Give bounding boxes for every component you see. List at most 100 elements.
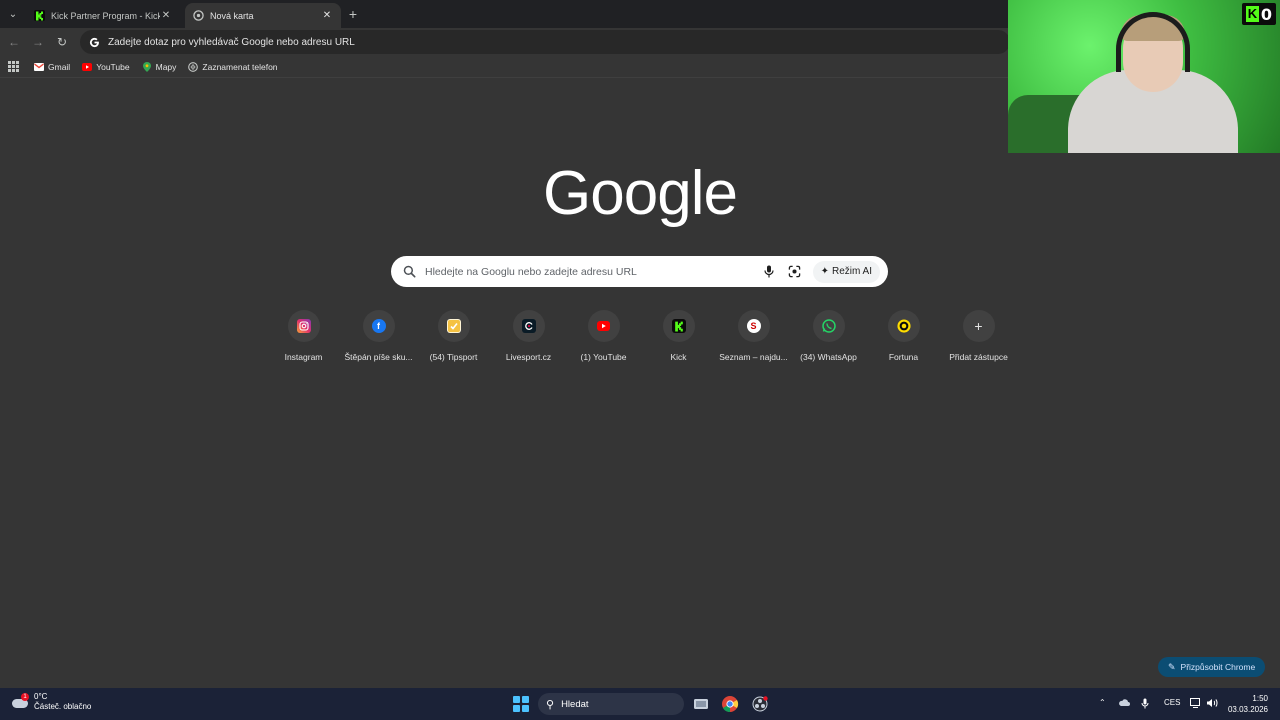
tab-title: Kick Partner Program - Kick Dashboard xyxy=(51,10,160,21)
shortcut-instagram[interactable]: Instagram xyxy=(266,310,341,362)
shortcut-whatsapp[interactable]: (34) WhatsApp xyxy=(791,310,866,362)
viewer-count: 0 xyxy=(1260,4,1273,24)
weather-cloud-icon: 1 xyxy=(12,693,30,711)
shortcut-label: Fortuna xyxy=(888,352,919,362)
language-indicator[interactable]: CES xyxy=(1164,698,1180,707)
tab-search-chevron-icon[interactable]: ⌄ xyxy=(4,5,22,23)
shortcut-facebook[interactable]: f Štěpán píše sku... xyxy=(341,310,416,362)
tab-title: Nová karta xyxy=(210,10,254,21)
search-input[interactable]: Hledejte na Googlu nebo zadejte adresu U… xyxy=(425,266,761,278)
shortcuts-grid: Instagram f Štěpán píše sku... (54) Tips… xyxy=(266,310,1016,370)
clock-time: 1:50 xyxy=(1252,694,1268,703)
omnibox-text: Zadejte dotaz pro vyhledávač Google nebo… xyxy=(108,36,355,48)
windows-taskbar: 1 0°C Částeč. oblačno ⚲ Hledat ⌃ CES 1:5… xyxy=(0,688,1280,720)
livesport-icon xyxy=(521,319,536,333)
shortcut-label: Kick xyxy=(670,352,687,362)
search-icon xyxy=(403,265,417,279)
whatsapp-icon xyxy=(821,319,836,333)
ai-mode-button[interactable]: ✦ Režim AI xyxy=(812,260,880,283)
ai-search-icon: ✦ xyxy=(820,266,829,277)
taskbar-search-label: Hledat xyxy=(561,698,589,710)
omnibox[interactable]: Zadejte dotaz pro vyhledávač Google nebo… xyxy=(80,30,1010,54)
customize-chrome-button[interactable]: ✎ Přizpůsobit Chrome xyxy=(1158,657,1266,677)
task-view-icon[interactable] xyxy=(691,694,711,714)
weather-desc: Částeč. oblačno xyxy=(34,702,92,711)
reload-icon[interactable]: ↻ xyxy=(54,34,70,50)
microphone-icon[interactable] xyxy=(1141,698,1149,711)
phone-record-icon xyxy=(188,61,199,72)
close-icon[interactable]: ✕ xyxy=(160,10,172,21)
tab-kick-partner[interactable]: Kick Partner Program - Kick Dashboard ✕ xyxy=(26,3,180,28)
google-logo: Google xyxy=(543,159,738,228)
bookmark-label: Gmail xyxy=(48,61,71,72)
shortcut-tile xyxy=(812,310,845,342)
shortcut-tile xyxy=(887,310,920,342)
chrome-icon xyxy=(193,10,204,21)
chrome-taskbar-icon[interactable] xyxy=(720,694,740,714)
ai-mode-label: Režim AI xyxy=(831,266,872,277)
shortcut-tile xyxy=(287,310,320,342)
shortcut-label: (54) Tipsport xyxy=(429,352,478,362)
webcam-overlay: K 0 xyxy=(1008,0,1280,153)
search-icon: ⚲ xyxy=(546,698,555,711)
plus-icon: + xyxy=(974,318,983,334)
shortcut-label: Štěpán píše sku... xyxy=(344,352,413,362)
customize-label: Přizpůsobit Chrome xyxy=(1180,662,1256,672)
volume-icon[interactable] xyxy=(1206,698,1218,710)
shortcut-tile xyxy=(512,310,545,342)
google-g-icon xyxy=(88,36,100,48)
bookmark-label: Mapy xyxy=(155,61,177,72)
bookmark-youtube[interactable]: YouTube xyxy=(82,62,130,72)
obs-icon[interactable] xyxy=(750,694,770,714)
shortcut-kick[interactable]: Kick xyxy=(641,310,716,362)
clock-date: 03.03.2026 xyxy=(1227,705,1268,714)
pencil-icon: ✎ xyxy=(1168,661,1176,672)
new-tab-plus-icon[interactable]: + xyxy=(345,6,361,22)
facebook-icon: f xyxy=(371,319,386,333)
tab-new-tab[interactable]: Nová karta ✕ xyxy=(185,3,341,28)
shortcut-label: Přidat zástupce xyxy=(949,352,1008,362)
shortcut-add[interactable]: + Přidat zástupce xyxy=(941,310,1016,362)
shortcut-seznam[interactable]: S Seznam – najdu... xyxy=(716,310,791,362)
weather-widget[interactable]: 1 0°C Částeč. oblačno xyxy=(12,692,91,712)
shortcut-tile: S xyxy=(737,310,770,342)
kick-logo: K xyxy=(1245,6,1259,22)
shortcut-tile xyxy=(437,310,470,342)
bookmark-gmail[interactable]: Gmail xyxy=(34,62,70,72)
weather-alert-badge: 1 xyxy=(21,693,29,701)
back-arrow-icon[interactable]: ← xyxy=(6,34,22,50)
tipsport-icon xyxy=(446,319,461,333)
shortcut-label: Livesport.cz xyxy=(505,352,552,362)
chevron-up-icon[interactable]: ⌃ xyxy=(1099,698,1106,707)
microphone-icon[interactable] xyxy=(761,264,777,280)
shortcut-tile: + xyxy=(962,310,995,342)
network-icon[interactable] xyxy=(1190,698,1202,710)
taskbar-search[interactable]: ⚲ Hledat xyxy=(538,693,684,715)
shortcut-tipsport[interactable]: (54) Tipsport xyxy=(416,310,491,362)
weather-temp: 0°C xyxy=(34,692,48,701)
kick-icon xyxy=(671,319,686,333)
shortcut-livesport[interactable]: Livesport.cz xyxy=(491,310,566,362)
close-icon[interactable]: ✕ xyxy=(321,10,333,21)
shortcut-label: (34) WhatsApp xyxy=(800,352,857,362)
apps-grid-icon[interactable] xyxy=(8,60,20,73)
bookmark-zaznamenat-telefon[interactable]: Zaznamenat telefon xyxy=(188,61,278,72)
kick-icon xyxy=(34,10,45,21)
kick-viewer-badge: K 0 xyxy=(1242,3,1276,25)
google-lens-icon[interactable] xyxy=(787,264,803,280)
youtube-icon xyxy=(82,62,93,72)
shortcut-fortuna[interactable]: Fortuna xyxy=(866,310,941,362)
system-clock[interactable]: 1:50 03.03.2026 xyxy=(1226,693,1268,715)
gmail-icon xyxy=(34,62,44,72)
windows-start-icon[interactable] xyxy=(513,696,529,712)
youtube-icon xyxy=(597,319,611,333)
shortcut-youtube[interactable]: (1) YouTube xyxy=(566,310,641,362)
bookmark-label: Zaznamenat telefon xyxy=(202,61,278,72)
shortcut-tile: f xyxy=(362,310,395,342)
bookmark-mapy[interactable]: Mapy xyxy=(142,61,177,72)
shortcut-label: (1) YouTube xyxy=(580,352,627,362)
google-search-box[interactable]: Hledejte na Googlu nebo zadejte adresu U… xyxy=(391,256,888,287)
onedrive-icon[interactable] xyxy=(1118,698,1130,709)
forward-arrow-icon[interactable]: → xyxy=(30,34,46,50)
shortcut-tile xyxy=(587,310,620,342)
